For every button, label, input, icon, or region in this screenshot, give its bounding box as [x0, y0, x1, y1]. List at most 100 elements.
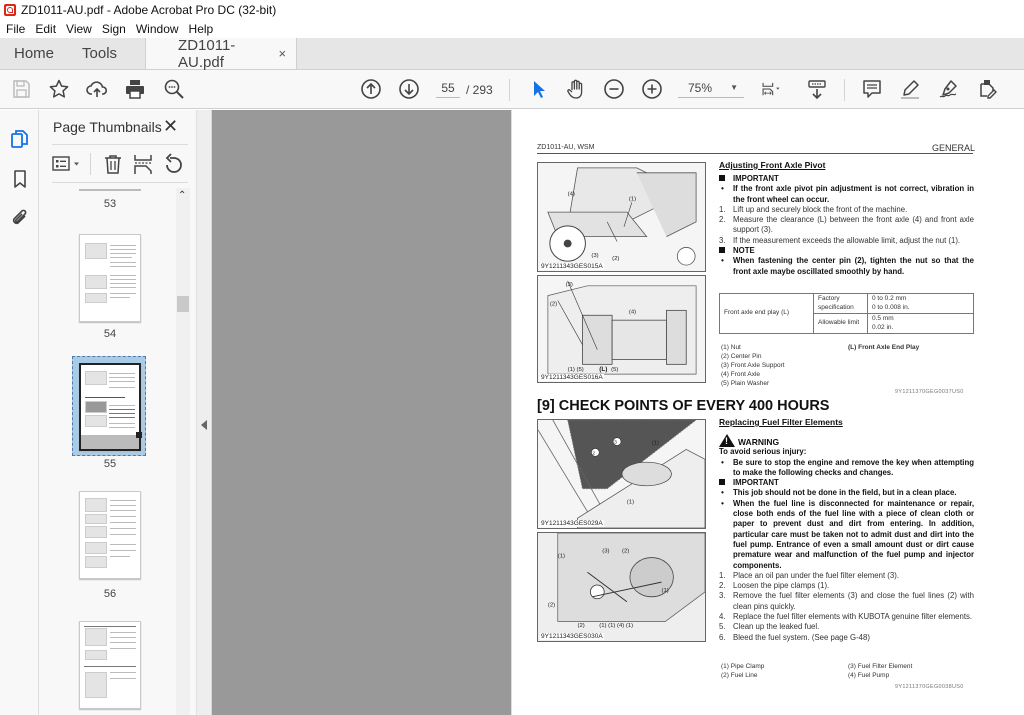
legend-item: (4) Front Axle — [721, 371, 761, 378]
hand-icon — [567, 79, 583, 99]
collapse-panel-arrow-icon[interactable] — [201, 420, 207, 430]
step-item: 5. Clean up the leaked fuel. — [719, 622, 820, 632]
rotate-page-button[interactable] — [162, 153, 184, 175]
highlighter-pen-icon — [901, 80, 919, 99]
document-edit-icon — [980, 80, 997, 99]
star-icon — [49, 79, 69, 98]
arrow-up-circle-icon — [361, 79, 381, 99]
tab-document-label: ZD1011-AU.pdf — [178, 36, 236, 71]
page-thumbnails-nav-button[interactable] — [9, 128, 31, 150]
section1-body: IMPORTANT • If the front axle pivot pin a… — [719, 174, 974, 277]
tab-home[interactable]: Home — [0, 38, 68, 69]
menu-window[interactable]: Window — [131, 22, 184, 36]
hand-tool-button[interactable] — [564, 78, 588, 100]
page-thumbnails-panel: Page Thumbnails ✕ 53 54 55 56 ⌃ — [39, 110, 197, 715]
scrollbar-thumb[interactable] — [177, 296, 189, 312]
zoom-level-value: 75% — [688, 81, 713, 95]
zoom-in-button[interactable] — [640, 78, 664, 100]
warning-triangle-icon — [719, 434, 735, 447]
legend-item: (4) Fuel Pump — [848, 672, 890, 679]
svg-text:(1): (1) — [629, 196, 636, 202]
svg-text:(L): (L) — [599, 366, 607, 373]
svg-text:2: 2 — [592, 450, 595, 456]
section-title-fuel-filter: Replacing Fuel Filter Elements — [719, 417, 843, 427]
legend-item: (1) Pipe Clamp — [721, 663, 765, 670]
step-item: 1. Place an oil pan under the fuel filter… — [719, 570, 899, 580]
page-header-right: GENERAL — [932, 143, 976, 153]
thumbnail-page-54[interactable] — [79, 234, 141, 322]
spec-row-label: Allowable limit — [813, 313, 868, 334]
page-number-input[interactable]: 55 — [436, 81, 460, 98]
print-button[interactable] — [123, 78, 147, 100]
svg-text:(2): (2) — [578, 623, 585, 629]
spec-row-value: 0.5 mm 0.02 in. — [867, 313, 974, 334]
menu-view[interactable]: View — [61, 22, 97, 36]
main-toolbar: 55 / 293 75% ▼ — [0, 70, 1024, 109]
zoom-level-dropdown[interactable]: 75% ▼ — [678, 81, 744, 98]
panel-close-icon[interactable]: ✕ — [163, 116, 178, 137]
attachments-nav-button[interactable] — [9, 207, 31, 229]
document-code: 9Y1211370GEG0037US0 — [895, 389, 964, 395]
list-options-icon — [52, 156, 79, 171]
zoom-out-button[interactable] — [602, 78, 626, 100]
important-heading: IMPORTANT — [719, 478, 974, 488]
bookmarks-nav-button[interactable] — [9, 168, 31, 190]
edit-pdf-button[interactable] — [975, 78, 999, 100]
page-fit-icon — [762, 82, 780, 96]
tab-tools[interactable]: Tools — [68, 38, 131, 69]
previous-page-button[interactable] — [359, 78, 383, 100]
note-heading: NOTE — [719, 246, 974, 256]
panel-splitter[interactable] — [197, 110, 212, 715]
insert-page-button[interactable] — [132, 153, 154, 175]
highlight-button[interactable] — [898, 78, 922, 100]
figure-caption: 9Y1211343GES016A — [540, 374, 604, 381]
tab-bar: Home Tools ZD1011-AU.pdf × — [0, 36, 1024, 71]
thumbnail-page-57[interactable] — [79, 621, 141, 709]
svg-text:(4): (4) — [568, 191, 575, 197]
menu-sign[interactable]: Sign — [97, 22, 131, 36]
menu-help[interactable]: Help — [184, 22, 219, 36]
delete-pages-button[interactable] — [102, 153, 124, 175]
menu-file[interactable]: File — [0, 22, 30, 36]
svg-text:(2): (2) — [550, 301, 557, 307]
legend-item: (3) Front Axle Support — [721, 362, 785, 369]
total-pages-label: / 293 — [466, 82, 493, 97]
comment-button[interactable] — [860, 78, 884, 100]
panel-title: Page Thumbnails — [53, 119, 162, 135]
spec-row-value: 0 to 0.2 mm 0 to 0.008 in. — [867, 293, 974, 314]
sign-button[interactable] — [936, 78, 960, 100]
tab-document[interactable]: ZD1011-AU.pdf × — [145, 36, 298, 71]
comment-bubble-icon — [863, 80, 881, 98]
figure-legend: (1) Nut (2) Center Pin (3) Front Axle Su… — [721, 343, 785, 388]
save-button[interactable] — [9, 78, 33, 100]
thumbnail-options-button[interactable] — [52, 153, 86, 175]
next-page-button[interactable] — [397, 78, 421, 100]
step-item: 4. Replace the fuel filter elements with … — [719, 612, 973, 622]
bookmark-star-button[interactable] — [47, 78, 71, 100]
tab-close-icon[interactable]: × — [278, 46, 286, 61]
svg-text:(2): (2) — [548, 603, 555, 609]
spec-table: Front axle end play (L) Factory specific… — [719, 293, 974, 334]
find-button[interactable] — [162, 78, 186, 100]
step-item: 6. Bleed the fuel system. (See page G-48) — [719, 632, 870, 642]
svg-text:(3): (3) — [566, 282, 573, 288]
svg-text:(1): (1) — [627, 499, 634, 505]
legend-item: (2) Fuel Line — [721, 672, 758, 679]
cloud-upload-icon — [86, 81, 108, 97]
thumbnails-scrollbar[interactable]: ⌃ — [176, 188, 190, 715]
thumbnail-page-55-selected[interactable] — [79, 363, 142, 451]
menu-edit[interactable]: Edit — [30, 22, 61, 36]
printer-icon — [126, 80, 144, 99]
scroll-mode-button[interactable] — [805, 78, 829, 100]
panel-tool-divider — [90, 153, 91, 175]
select-tool-button[interactable] — [526, 78, 550, 100]
scroll-up-chevron-icon[interactable]: ⌃ — [178, 190, 186, 201]
toolbar-divider — [509, 79, 510, 101]
step-item: 1. Lift up and securely block the front o… — [719, 204, 908, 214]
page-display-button[interactable] — [756, 78, 788, 100]
svg-text:(2): (2) — [612, 256, 619, 262]
thumbnail-page-56[interactable] — [79, 491, 141, 579]
upload-cloud-button[interactable] — [85, 78, 109, 100]
important-heading: IMPORTANT — [719, 174, 974, 184]
legend-item-L: (L) Front Axle End Play — [848, 344, 920, 351]
